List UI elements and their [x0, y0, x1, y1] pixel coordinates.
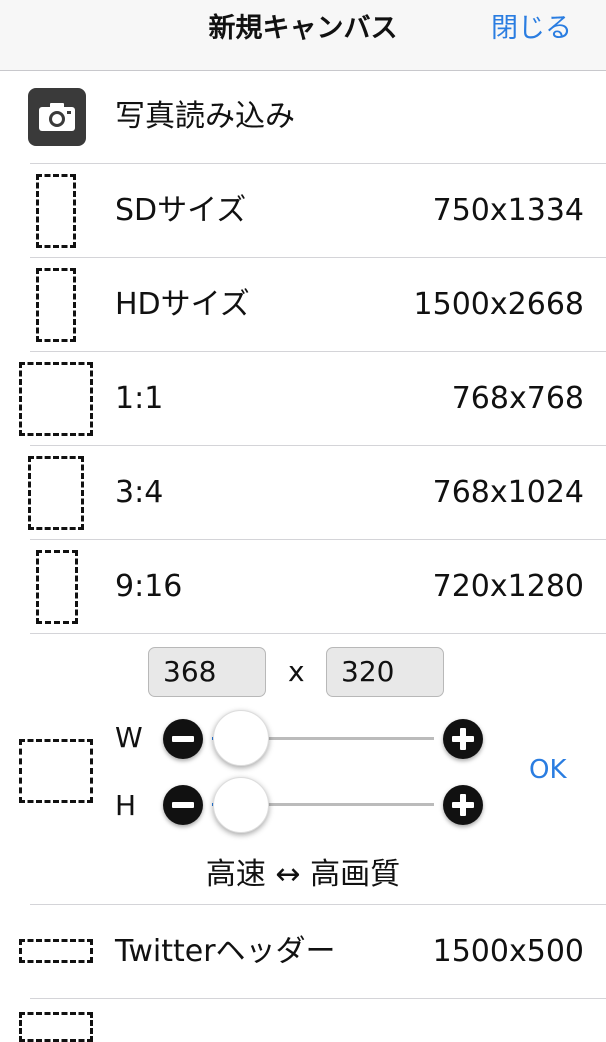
camera-icon [28, 88, 86, 146]
ratio-3-4-row[interactable]: 3:4 768x1024 [0, 446, 606, 540]
height-input[interactable]: 320 [326, 647, 444, 697]
row-value: 768x768 [451, 381, 584, 416]
twitter-header-row[interactable]: Twitterヘッダー 1500x500 [0, 905, 606, 999]
width-slider-thumb[interactable] [212, 710, 269, 766]
height-slider-thumb[interactable] [212, 777, 269, 833]
square-row[interactable]: 1:1 768x768 [0, 352, 606, 446]
height-minus-button[interactable] [163, 785, 203, 825]
dashed-portrait-icon [28, 456, 84, 530]
row-value: 750x1334 [432, 193, 584, 228]
photo-import-row[interactable]: 写真読み込み [0, 70, 606, 164]
row-value: 1500x500 [432, 934, 584, 969]
row-label: 9:16 [115, 569, 183, 604]
quality-speed-label: 高速 ↔ 高画質 [205, 857, 401, 892]
close-button[interactable]: 閉じる [491, 0, 572, 58]
dashed-landscape-icon [19, 1012, 93, 1042]
row-label: HDサイズ [115, 287, 250, 322]
row-value: 1500x2668 [413, 287, 584, 322]
row-label: 3:4 [115, 475, 164, 510]
hd-size-row[interactable]: HDサイズ 1500x2668 [0, 258, 606, 352]
ok-button[interactable]: OK [529, 755, 567, 785]
custom-size-section: 368 x 320 W H OK 高速 ↔ 高画質 [0, 637, 606, 905]
row-divider [30, 633, 606, 634]
width-plus-button[interactable] [443, 719, 483, 759]
dashed-portrait-icon [36, 268, 76, 342]
width-slider-label: W [115, 721, 143, 754]
plus-icon-vertical [460, 728, 466, 750]
minus-icon [172, 802, 194, 808]
height-plus-button[interactable] [443, 785, 483, 825]
height-slider-label: H [115, 789, 137, 822]
row-value: 720x1280 [432, 569, 584, 604]
row-label: SDサイズ [115, 193, 247, 228]
row-label: Twitterヘッダー [115, 934, 336, 969]
minus-icon [172, 736, 194, 742]
plus-icon-vertical [460, 794, 466, 816]
row-divider [30, 998, 606, 999]
size-separator: x [288, 655, 305, 688]
sd-size-row[interactable]: SDサイズ 750x1334 [0, 164, 606, 258]
row-label: 写真読み込み [115, 99, 295, 134]
dashed-square-icon [19, 739, 93, 803]
navigation-bar: 新規キャンバス 閉じる [0, 0, 606, 71]
dashed-portrait-icon [36, 550, 78, 624]
width-input[interactable]: 368 [148, 647, 266, 697]
dashed-landscape-icon [19, 939, 93, 963]
width-minus-button[interactable] [163, 719, 203, 759]
row-label: 1:1 [115, 381, 164, 416]
dashed-square-icon [19, 362, 93, 436]
row-value: 768x1024 [432, 475, 584, 510]
ratio-9-16-row[interactable]: 9:16 720x1280 [0, 540, 606, 634]
dashed-portrait-icon [36, 174, 76, 248]
